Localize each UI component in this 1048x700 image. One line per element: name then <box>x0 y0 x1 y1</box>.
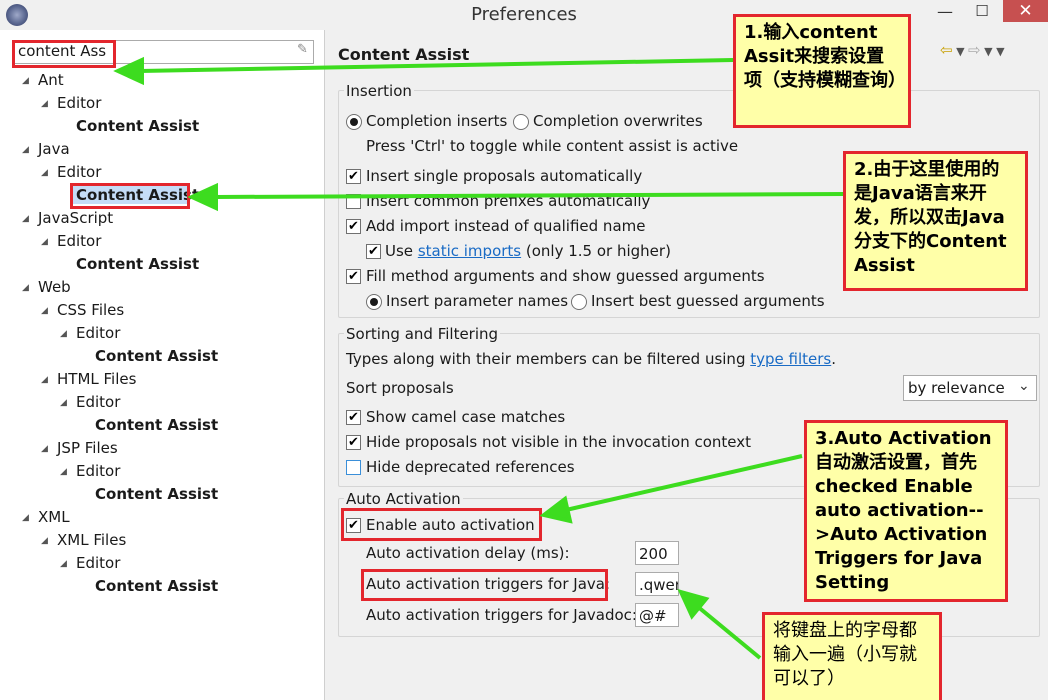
arrow-4 <box>695 604 762 660</box>
arrow-2-head <box>187 182 218 212</box>
arrow-2 <box>214 192 846 199</box>
annotation-note-4: 将键盘上的字母都输入一遍（小写就可以了） <box>762 612 942 700</box>
annotation-note-3: 3.Auto Activation 自动激活设置，首先checked Enabl… <box>804 420 1008 602</box>
arrow-3 <box>565 454 803 512</box>
arrow-1 <box>139 58 734 73</box>
arrow-3-head <box>539 495 573 524</box>
annotation-note-1: 1.输入content Assit来搜索设置项（支持模糊查询） <box>733 14 911 128</box>
arrow-1-head <box>113 56 144 86</box>
annotation-note-2: 2.由于这里使用的是Java语言来开发，所以双击Java分支下的Content … <box>843 151 1028 291</box>
